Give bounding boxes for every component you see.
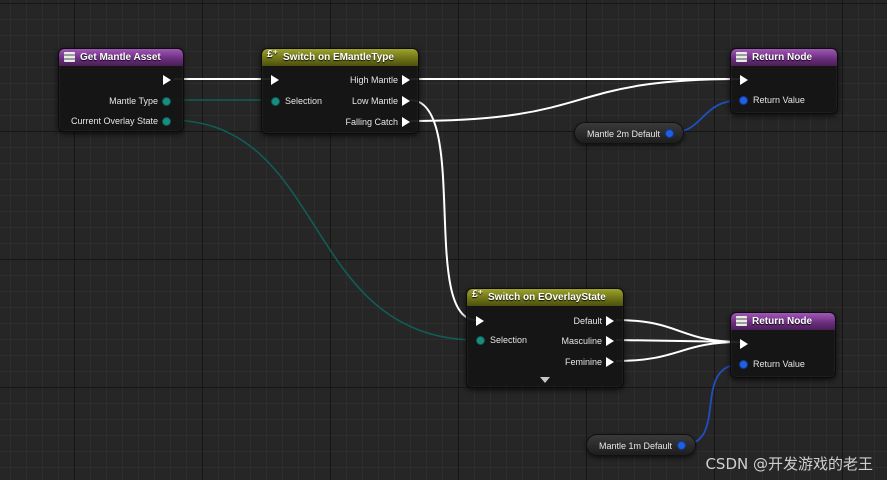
return-node-top[interactable]: Return Node Return Value (730, 48, 838, 114)
pin-label-default: Default (573, 316, 602, 326)
wire-overlay-state-to-selection (168, 119, 479, 341)
node-header[interactable]: Get Mantle Asset (59, 49, 183, 66)
mantle-type-pin[interactable] (162, 97, 171, 106)
pin-label-return-value: Return Value (753, 95, 805, 105)
return-value-pin[interactable] (739, 360, 748, 369)
node-title: Switch on EMantleType (283, 52, 394, 63)
high-mantle-exec-pin[interactable] (402, 75, 410, 85)
csdn-watermark: CSDN @开发游戏的老王 (705, 455, 873, 473)
exec-in-pin[interactable] (740, 75, 748, 85)
node-title: Get Mantle Asset (80, 52, 161, 63)
node-header[interactable]: £⁺ Switch on EMantleType (262, 49, 418, 66)
wire-exec-low-mantle (409, 99, 477, 321)
return-value-pin[interactable] (739, 96, 748, 105)
node-header[interactable]: Return Node (731, 49, 837, 66)
node-header[interactable]: Return Node (731, 313, 835, 330)
exec-in-pin[interactable] (271, 75, 279, 85)
switch-enum-icon: £⁺ (472, 289, 483, 300)
function-icon (64, 52, 75, 62)
falling-catch-exec-pin[interactable] (402, 117, 410, 127)
low-mantle-exec-pin[interactable] (402, 96, 410, 106)
variable-label: Mantle 2m Default (587, 129, 661, 139)
blueprint-graph-canvas[interactable]: Get Mantle Asset Mantle Type Current Ove… (0, 0, 887, 480)
pin-label-low-mantle: Low Mantle (351, 96, 398, 106)
exec-out-pin[interactable] (163, 75, 171, 85)
variable-label: Mantle 1m Default (599, 441, 673, 451)
switch-enum-icon: £⁺ (267, 49, 278, 60)
return-node-bottom[interactable]: Return Node Return Value (730, 312, 836, 378)
masculine-exec-pin[interactable] (606, 336, 614, 346)
current-overlay-state-pin[interactable] (162, 117, 171, 126)
pin-label-high-mantle: High Mantle (349, 75, 398, 85)
pin-label-return-value: Return Value (753, 359, 805, 369)
mantle-2m-default-node[interactable]: Mantle 2m Default (574, 122, 684, 144)
node-header[interactable]: £⁺ Switch on EOverlayState (467, 289, 623, 306)
pin-label-feminine: Feminine (564, 357, 602, 367)
function-icon (736, 52, 747, 62)
pin-label-mantle-type: Mantle Type (109, 96, 158, 106)
mantle-1m-default-out-pin[interactable] (677, 441, 686, 450)
node-title: Switch on EOverlayState (488, 292, 606, 303)
mantle-2m-default-out-pin[interactable] (665, 129, 674, 138)
exec-in-pin[interactable] (740, 339, 748, 349)
feminine-exec-pin[interactable] (606, 357, 614, 367)
function-icon (736, 316, 747, 326)
pin-label-selection: Selection (490, 335, 528, 345)
wire-exec-default (615, 319, 741, 343)
selection-pin[interactable] (476, 336, 485, 345)
wire-exec-feminine (615, 341, 741, 362)
wire-exec-falling-catch (409, 78, 741, 122)
get-mantle-asset-node[interactable]: Get Mantle Asset Mantle Type Current Ove… (58, 48, 184, 132)
switch-on-eoverlaystate-node[interactable]: £⁺ Switch on EOverlayState Selection Def… (466, 288, 624, 388)
pin-label-current-overlay-state: Current Overlay State (70, 116, 158, 126)
exec-in-pin[interactable] (476, 316, 484, 326)
pin-label-falling-catch: Falling Catch (345, 117, 398, 127)
pin-label-selection: Selection (285, 96, 323, 106)
chevron-down-icon[interactable] (540, 377, 550, 383)
pin-label-masculine: Masculine (561, 336, 602, 346)
mantle-1m-default-node[interactable]: Mantle 1m Default (586, 434, 696, 456)
node-title: Return Node (752, 316, 812, 327)
switch-on-emantletype-node[interactable]: £⁺ Switch on EMantleType Selection High … (261, 48, 419, 134)
default-exec-pin[interactable] (606, 316, 614, 326)
selection-pin[interactable] (271, 97, 280, 106)
node-title: Return Node (752, 52, 812, 63)
